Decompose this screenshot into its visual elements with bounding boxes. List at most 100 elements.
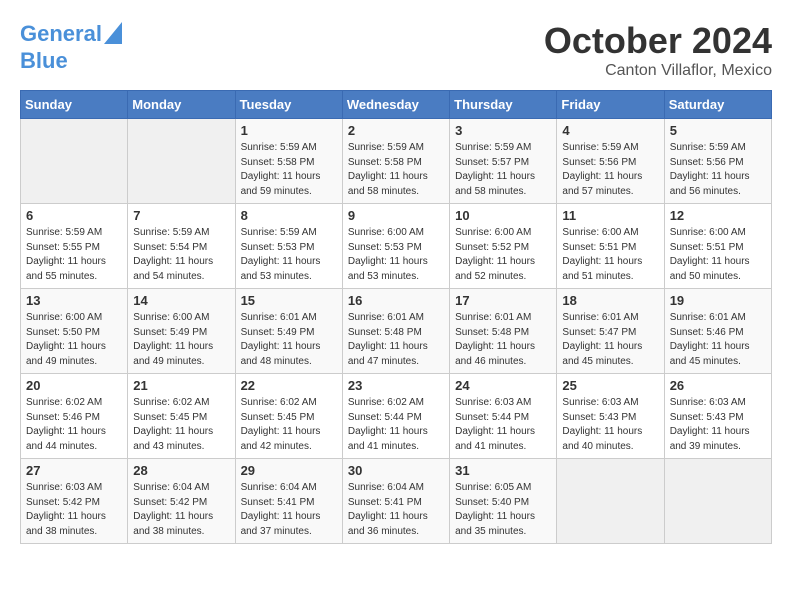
title-block: October 2024 Canton Villaflor, Mexico xyxy=(544,20,772,80)
day-info: Sunrise: 6:00 AM Sunset: 5:49 PM Dayligh… xyxy=(133,311,229,369)
day-info: Sunrise: 6:04 AM Sunset: 5:41 PM Dayligh… xyxy=(241,481,337,539)
day-number: 19 xyxy=(670,293,766,308)
calendar-body: 1Sunrise: 5:59 AM Sunset: 5:58 PM Daylig… xyxy=(21,119,772,544)
calendar-cell: 10 Sunrise: 6:00 AM Sunset: 5:52 PM Dayli… xyxy=(450,204,557,289)
calendar-cell xyxy=(21,119,128,204)
calendar-cell: 3Sunrise: 5:59 AM Sunset: 5:57 PM Daylig… xyxy=(450,119,557,204)
calendar-week-row: 20 Sunrise: 6:02 AM Sunset: 5:46 PM Dayli… xyxy=(21,374,772,459)
calendar-cell: 23 Sunrise: 6:02 AM Sunset: 5:44 PM Dayli… xyxy=(342,374,449,459)
day-number: 16 xyxy=(348,293,444,308)
calendar-cell: 14Sunrise: 6:00 AM Sunset: 5:49 PM Dayli… xyxy=(128,289,235,374)
calendar-cell: 24Sunrise: 6:03 AM Sunset: 5:44 PM Dayli… xyxy=(450,374,557,459)
calendar-cell: 27 Sunrise: 6:03 AM Sunset: 5:42 PM Dayli… xyxy=(21,459,128,544)
day-info: Sunrise: 6:00 AM Sunset: 5:53 PM Dayligh… xyxy=(348,226,444,284)
day-number: 7 xyxy=(133,208,229,223)
weekday-header-saturday: Saturday xyxy=(664,91,771,119)
weekday-header-thursday: Thursday xyxy=(450,91,557,119)
calendar-cell: 1Sunrise: 5:59 AM Sunset: 5:58 PM Daylig… xyxy=(235,119,342,204)
day-number: 11 xyxy=(562,208,658,223)
day-number: 6 xyxy=(26,208,122,223)
calendar-week-row: 27 Sunrise: 6:03 AM Sunset: 5:42 PM Dayli… xyxy=(21,459,772,544)
page-header: General Blue October 2024 Canton Villafl… xyxy=(20,20,772,80)
calendar-cell: 11Sunrise: 6:00 AM Sunset: 5:51 PM Dayli… xyxy=(557,204,664,289)
day-info: Sunrise: 6:02 AM Sunset: 5:46 PM Dayligh… xyxy=(26,396,122,454)
calendar-cell: 8 Sunrise: 5:59 AM Sunset: 5:53 PM Daylig… xyxy=(235,204,342,289)
day-info: Sunrise: 6:03 AM Sunset: 5:43 PM Dayligh… xyxy=(670,396,766,454)
day-number: 15 xyxy=(241,293,337,308)
calendar-header: SundayMondayTuesdayWednesdayThursdayFrid… xyxy=(21,91,772,119)
day-number: 23 xyxy=(348,378,444,393)
calendar-week-row: 1Sunrise: 5:59 AM Sunset: 5:58 PM Daylig… xyxy=(21,119,772,204)
day-info: Sunrise: 6:00 AM Sunset: 5:51 PM Dayligh… xyxy=(670,226,766,284)
calendar-subtitle: Canton Villaflor, Mexico xyxy=(544,62,772,80)
day-number: 27 xyxy=(26,463,122,478)
day-number: 8 xyxy=(241,208,337,223)
day-number: 3 xyxy=(455,123,551,138)
day-number: 24 xyxy=(455,378,551,393)
calendar-cell: 19 Sunrise: 6:01 AM Sunset: 5:46 PM Dayli… xyxy=(664,289,771,374)
calendar-cell: 12 Sunrise: 6:00 AM Sunset: 5:51 PM Dayli… xyxy=(664,204,771,289)
day-info: Sunrise: 6:02 AM Sunset: 5:44 PM Dayligh… xyxy=(348,396,444,454)
day-info: Sunrise: 5:59 AM Sunset: 5:56 PM Dayligh… xyxy=(562,141,658,199)
calendar-cell: 5 Sunrise: 5:59 AM Sunset: 5:56 PM Daylig… xyxy=(664,119,771,204)
calendar-cell: 7 Sunrise: 5:59 AM Sunset: 5:54 PM Daylig… xyxy=(128,204,235,289)
day-info: Sunrise: 6:01 AM Sunset: 5:47 PM Dayligh… xyxy=(562,311,658,369)
day-info: Sunrise: 6:01 AM Sunset: 5:48 PM Dayligh… xyxy=(348,311,444,369)
calendar-cell: 16 Sunrise: 6:01 AM Sunset: 5:48 PM Dayli… xyxy=(342,289,449,374)
day-number: 9 xyxy=(348,208,444,223)
day-info: Sunrise: 6:01 AM Sunset: 5:49 PM Dayligh… xyxy=(241,311,337,369)
logo-triangle-icon xyxy=(104,22,122,44)
calendar-cell: 6 Sunrise: 5:59 AM Sunset: 5:55 PM Daylig… xyxy=(21,204,128,289)
day-info: Sunrise: 6:04 AM Sunset: 5:42 PM Dayligh… xyxy=(133,481,229,539)
day-info: Sunrise: 5:59 AM Sunset: 5:55 PM Dayligh… xyxy=(26,226,122,284)
day-info: Sunrise: 5:59 AM Sunset: 5:53 PM Dayligh… xyxy=(241,226,337,284)
day-info: Sunrise: 6:02 AM Sunset: 5:45 PM Dayligh… xyxy=(241,396,337,454)
calendar-cell: 15 Sunrise: 6:01 AM Sunset: 5:49 PM Dayli… xyxy=(235,289,342,374)
day-number: 17 xyxy=(455,293,551,308)
day-info: Sunrise: 5:59 AM Sunset: 5:58 PM Dayligh… xyxy=(241,141,337,199)
weekday-header-friday: Friday xyxy=(557,91,664,119)
logo-text-general: General xyxy=(20,22,102,46)
weekday-header-sunday: Sunday xyxy=(21,91,128,119)
day-number: 5 xyxy=(670,123,766,138)
day-info: Sunrise: 6:02 AM Sunset: 5:45 PM Dayligh… xyxy=(133,396,229,454)
day-info: Sunrise: 5:59 AM Sunset: 5:54 PM Dayligh… xyxy=(133,226,229,284)
day-number: 25 xyxy=(562,378,658,393)
day-number: 12 xyxy=(670,208,766,223)
weekday-header-wednesday: Wednesday xyxy=(342,91,449,119)
day-info: Sunrise: 5:59 AM Sunset: 5:56 PM Dayligh… xyxy=(670,141,766,199)
calendar-cell xyxy=(664,459,771,544)
day-info: Sunrise: 6:04 AM Sunset: 5:41 PM Dayligh… xyxy=(348,481,444,539)
calendar-table: SundayMondayTuesdayWednesdayThursdayFrid… xyxy=(20,90,772,544)
calendar-cell xyxy=(128,119,235,204)
calendar-cell: 18 Sunrise: 6:01 AM Sunset: 5:47 PM Dayli… xyxy=(557,289,664,374)
calendar-cell: 22 Sunrise: 6:02 AM Sunset: 5:45 PM Dayli… xyxy=(235,374,342,459)
calendar-cell: 21 Sunrise: 6:02 AM Sunset: 5:45 PM Dayli… xyxy=(128,374,235,459)
calendar-week-row: 13Sunrise: 6:00 AM Sunset: 5:50 PM Dayli… xyxy=(21,289,772,374)
day-number: 29 xyxy=(241,463,337,478)
day-info: Sunrise: 6:01 AM Sunset: 5:48 PM Dayligh… xyxy=(455,311,551,369)
calendar-cell xyxy=(557,459,664,544)
day-info: Sunrise: 6:03 AM Sunset: 5:42 PM Dayligh… xyxy=(26,481,122,539)
logo: General Blue xyxy=(20,20,122,73)
day-number: 22 xyxy=(241,378,337,393)
day-info: Sunrise: 6:03 AM Sunset: 5:43 PM Dayligh… xyxy=(562,396,658,454)
calendar-cell: 26 Sunrise: 6:03 AM Sunset: 5:43 PM Dayli… xyxy=(664,374,771,459)
calendar-cell: 28Sunrise: 6:04 AM Sunset: 5:42 PM Dayli… xyxy=(128,459,235,544)
calendar-cell: 9 Sunrise: 6:00 AM Sunset: 5:53 PM Daylig… xyxy=(342,204,449,289)
day-number: 26 xyxy=(670,378,766,393)
day-info: Sunrise: 6:00 AM Sunset: 5:50 PM Dayligh… xyxy=(26,311,122,369)
calendar-cell: 31Sunrise: 6:05 AM Sunset: 5:40 PM Dayli… xyxy=(450,459,557,544)
day-info: Sunrise: 6:00 AM Sunset: 5:52 PM Dayligh… xyxy=(455,226,551,284)
day-number: 21 xyxy=(133,378,229,393)
day-number: 30 xyxy=(348,463,444,478)
calendar-cell: 13Sunrise: 6:00 AM Sunset: 5:50 PM Dayli… xyxy=(21,289,128,374)
day-info: Sunrise: 6:01 AM Sunset: 5:46 PM Dayligh… xyxy=(670,311,766,369)
day-number: 18 xyxy=(562,293,658,308)
day-number: 4 xyxy=(562,123,658,138)
day-number: 31 xyxy=(455,463,551,478)
day-number: 10 xyxy=(455,208,551,223)
day-number: 20 xyxy=(26,378,122,393)
calendar-cell: 2Sunrise: 5:59 AM Sunset: 5:58 PM Daylig… xyxy=(342,119,449,204)
calendar-cell: 29 Sunrise: 6:04 AM Sunset: 5:41 PM Dayli… xyxy=(235,459,342,544)
